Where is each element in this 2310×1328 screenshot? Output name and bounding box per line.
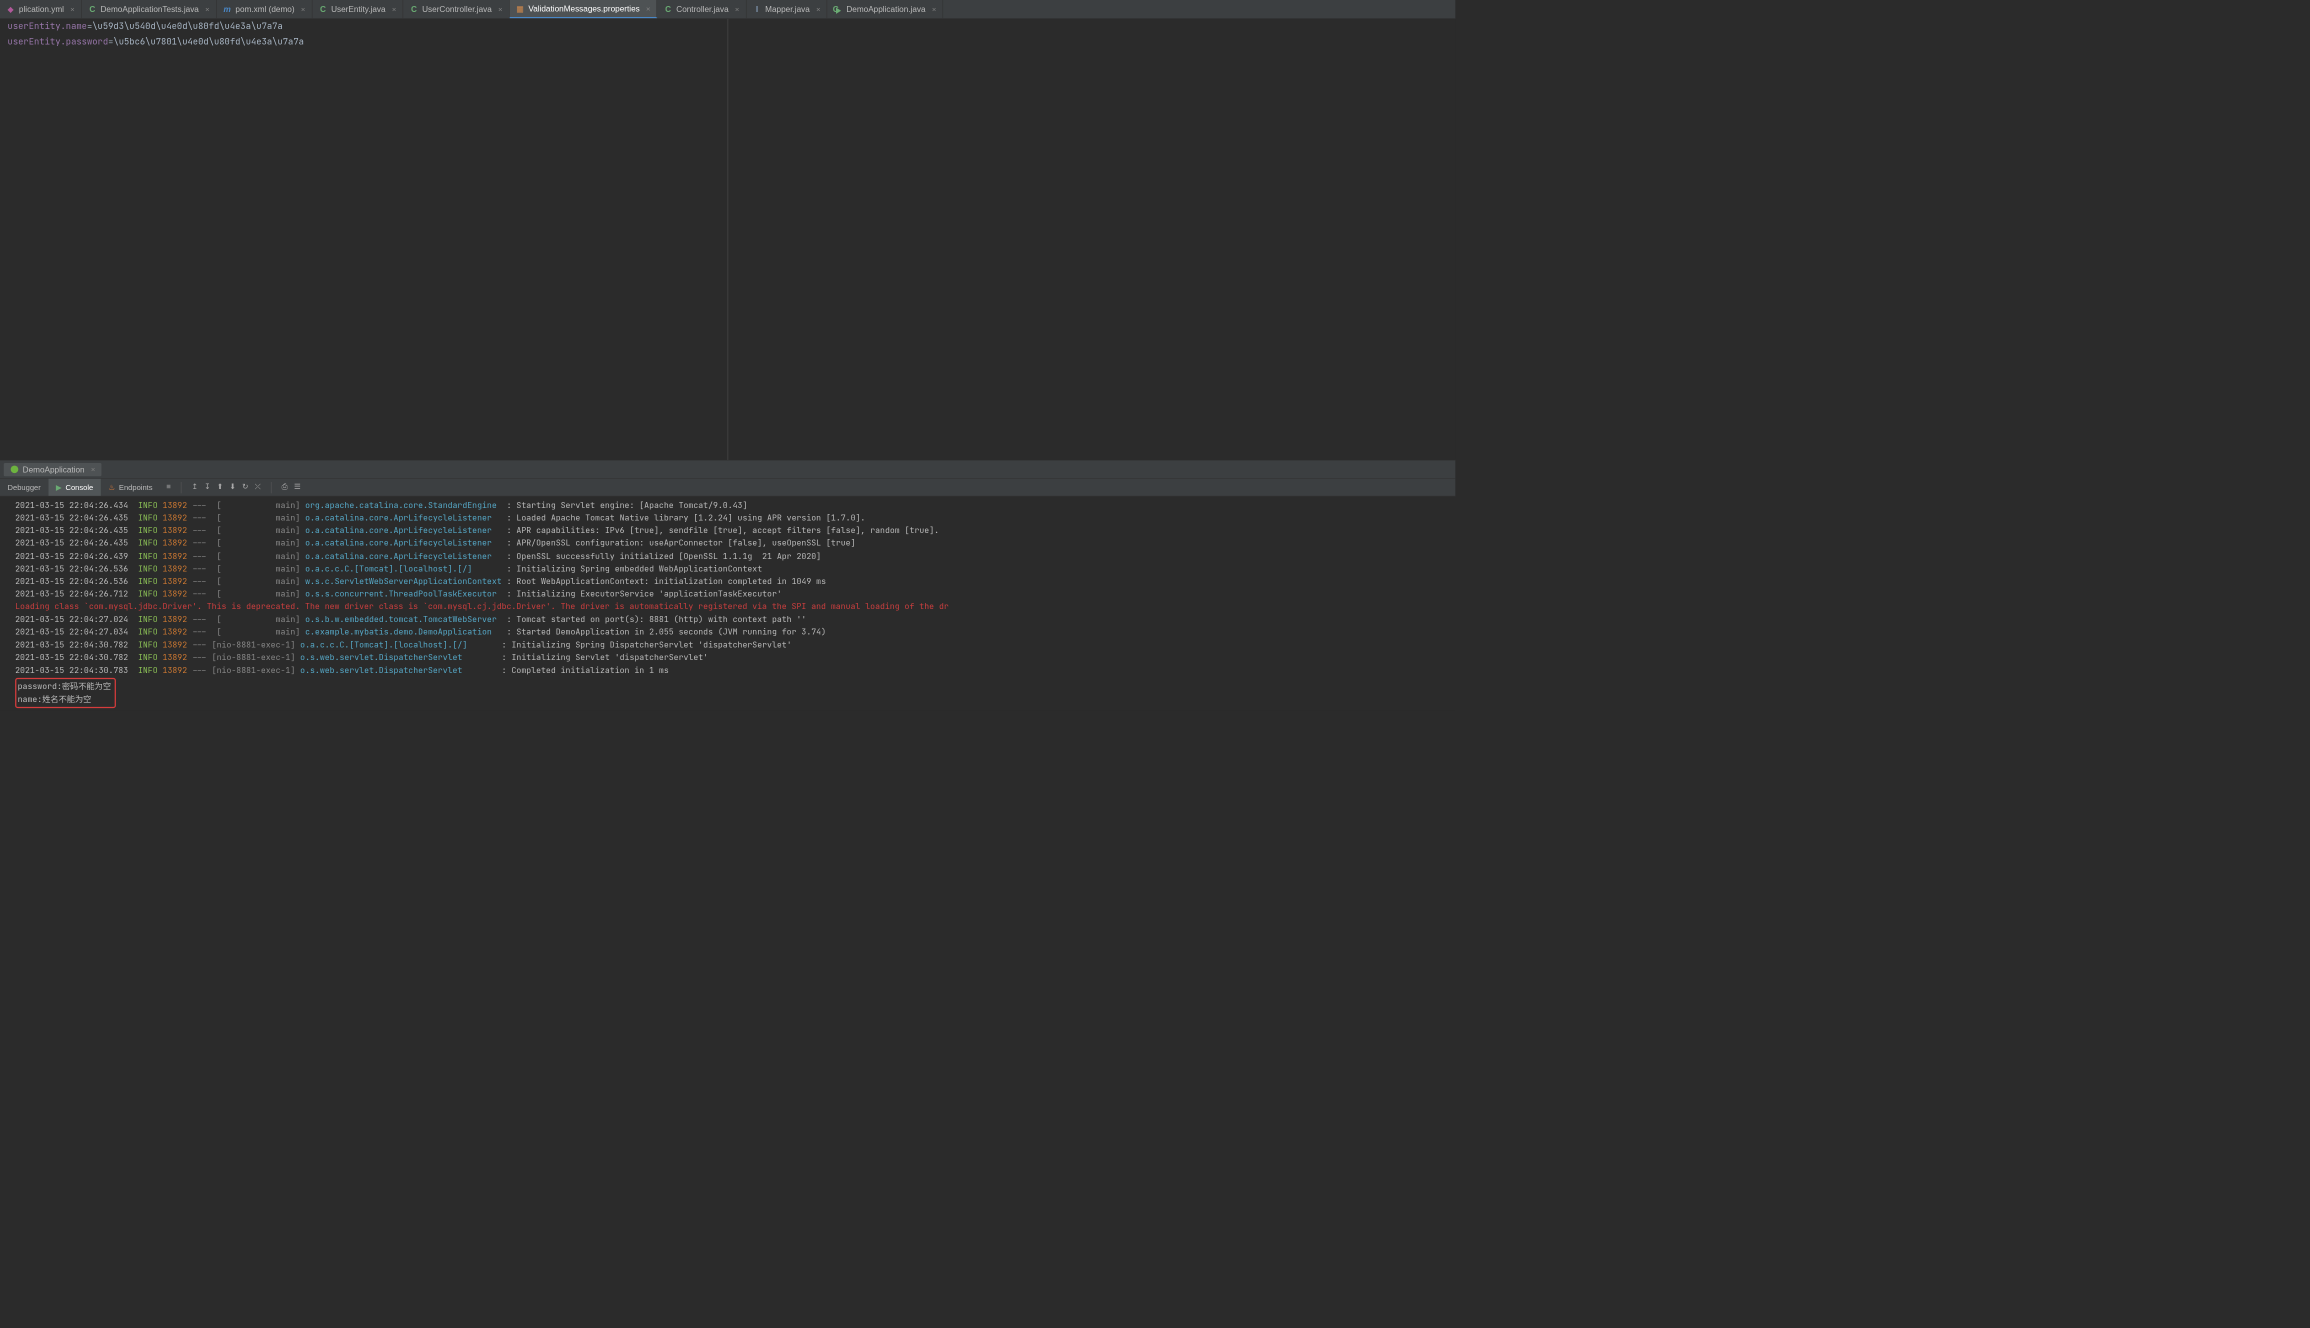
class-icon: C	[410, 5, 419, 14]
console-toolbar: ≡ ↥ ↧ ⬆ ⬇ ↻ ⤫ ⎙ ☰	[160, 482, 307, 493]
log-line: 2021-03-15 22:04:26.434 INFO 13892 --- […	[15, 499, 1454, 512]
editor-pane-left[interactable]: userEntity.name=\u59d3\u540d\u4e0d\u80fd…	[0, 19, 728, 460]
tab-label: DemoApplicationTests.java	[101, 4, 199, 13]
debugger-tab[interactable]: Debugger	[0, 479, 48, 496]
clear-icon[interactable]: ⤫	[255, 482, 261, 493]
refresh-icon[interactable]: ↻	[242, 482, 248, 493]
editor-tabs-bar: ◆ plication.yml × C DemoApplicationTests.jav…	[0, 0, 1455, 19]
close-icon[interactable]: ×	[932, 5, 936, 14]
console-tab[interactable]: ▶ Console	[48, 479, 100, 496]
editor-tab[interactable]: ▦ValidationMessages.properties ×	[509, 0, 657, 18]
highlight-line: password:密码不能为空	[18, 680, 111, 693]
class-icon: C	[664, 5, 673, 14]
log-line: 2021-03-15 22:04:26.536 INFO 13892 --- […	[15, 575, 1454, 588]
log-line: 2021-03-15 22:04:26.536 INFO 13892 --- […	[15, 562, 1454, 575]
tab-label: Mapper.java	[765, 4, 810, 13]
play-icon: ▶	[56, 483, 62, 492]
log-line: 2021-03-15 22:04:26.435 INFO 13892 --- […	[15, 512, 1454, 525]
editor-tab[interactable]: CDemoApplication.java ×	[827, 0, 943, 18]
close-icon[interactable]: ×	[735, 5, 739, 14]
close-icon[interactable]: ×	[91, 465, 95, 474]
log-line: 2021-03-15 22:04:26.439 INFO 13892 --- […	[15, 550, 1454, 563]
filter-icon[interactable]: ≡	[166, 482, 170, 493]
log-line: 2021-03-15 22:04:30.782 INFO 13892 --- […	[15, 651, 1454, 664]
up-stack-icon[interactable]: ↥	[192, 482, 198, 493]
close-icon[interactable]: ×	[392, 5, 396, 14]
editor-tab[interactable]: ◆ plication.yml ×	[0, 0, 82, 18]
close-icon[interactable]: ×	[498, 5, 502, 14]
close-icon[interactable]: ×	[816, 5, 820, 14]
properties-icon: ▦	[516, 4, 525, 13]
run-config-label: DemoApplication	[23, 465, 85, 474]
spring-boot-icon	[10, 465, 19, 474]
run-config-tab[interactable]: DemoApplication ×	[4, 463, 102, 476]
editor-area: userEntity.name=\u59d3\u540d\u4e0d\u80fd…	[0, 19, 1455, 460]
highlight-line: name:姓名不能为空	[18, 693, 111, 706]
editor-tab[interactable]: CController.java ×	[657, 0, 746, 18]
log-line: 2021-03-15 22:04:27.034 INFO 13892 --- […	[15, 626, 1454, 639]
log-line: 2021-03-15 22:04:26.435 INFO 13892 --- […	[15, 537, 1454, 550]
code-line[interactable]: userEntity.password=\u5bc6\u7801\u4e0d\u…	[0, 35, 727, 51]
tab-label: plication.yml	[19, 4, 64, 13]
editor-tab[interactable]: IMapper.java ×	[746, 0, 827, 18]
export-icon[interactable]: ⬆	[217, 482, 223, 493]
log-line: 2021-03-15 22:04:30.782 INFO 13892 --- […	[15, 639, 1454, 652]
class-icon: C	[319, 5, 328, 14]
editor-tab[interactable]: mpom.xml (demo) ×	[216, 0, 312, 18]
fire-icon: ♨	[108, 483, 115, 492]
interface-icon: I	[753, 5, 762, 14]
tab-label: pom.xml (demo)	[235, 4, 294, 13]
editor-tab[interactable]: C DemoApplicationTests.java ×	[82, 0, 217, 18]
log-warning-line: Loading class `com.mysql.jdbc.Driver'. T…	[15, 600, 1454, 613]
console-output[interactable]: 2021-03-15 22:04:26.434 INFO 13892 --- […	[0, 496, 1455, 710]
tab-label: UserEntity.java	[331, 4, 385, 13]
close-icon[interactable]: ×	[301, 5, 305, 14]
down-stack-icon[interactable]: ↧	[204, 482, 210, 493]
log-line: 2021-03-15 22:04:26.435 INFO 13892 --- […	[15, 524, 1454, 537]
tab-label: UserController.java	[422, 4, 492, 13]
endpoints-tab[interactable]: ♨ Endpoints	[101, 479, 160, 496]
editor-tab[interactable]: CUserController.java ×	[403, 0, 509, 18]
editor-tab[interactable]: CUserEntity.java ×	[312, 0, 403, 18]
tab-label: ValidationMessages.properties	[528, 4, 639, 13]
yaml-icon: ◆	[6, 5, 15, 14]
runnable-class-icon: C	[834, 5, 843, 14]
close-icon[interactable]: ×	[646, 4, 650, 13]
highlighted-output: password:密码不能为空name:姓名不能为空	[15, 678, 116, 708]
run-configurations-bar: DemoApplication ×	[0, 460, 1455, 479]
code-line[interactable]: userEntity.name=\u59d3\u540d\u4e0d\u80fd…	[0, 19, 727, 35]
tab-label: DemoApplication.java	[846, 4, 925, 13]
log-line: 2021-03-15 22:04:26.712 INFO 13892 --- […	[15, 588, 1454, 601]
import-icon[interactable]: ⬇	[230, 482, 236, 493]
tab-label: Controller.java	[676, 4, 728, 13]
scroll-icon[interactable]: ☰	[294, 482, 301, 493]
editor-pane-right[interactable]	[728, 19, 1455, 460]
close-icon[interactable]: ×	[205, 5, 209, 14]
class-icon: C	[88, 5, 97, 14]
close-icon[interactable]: ×	[70, 5, 74, 14]
tool-window-tabs: Debugger ▶ Console ♨ Endpoints ≡ ↥ ↧ ⬆ ⬇…	[0, 479, 1455, 497]
wrap-icon[interactable]: ⎙	[282, 482, 288, 493]
log-line: 2021-03-15 22:04:30.783 INFO 13892 --- […	[15, 664, 1454, 677]
maven-icon: m	[223, 5, 232, 14]
log-line: 2021-03-15 22:04:27.024 INFO 13892 --- […	[15, 613, 1454, 626]
